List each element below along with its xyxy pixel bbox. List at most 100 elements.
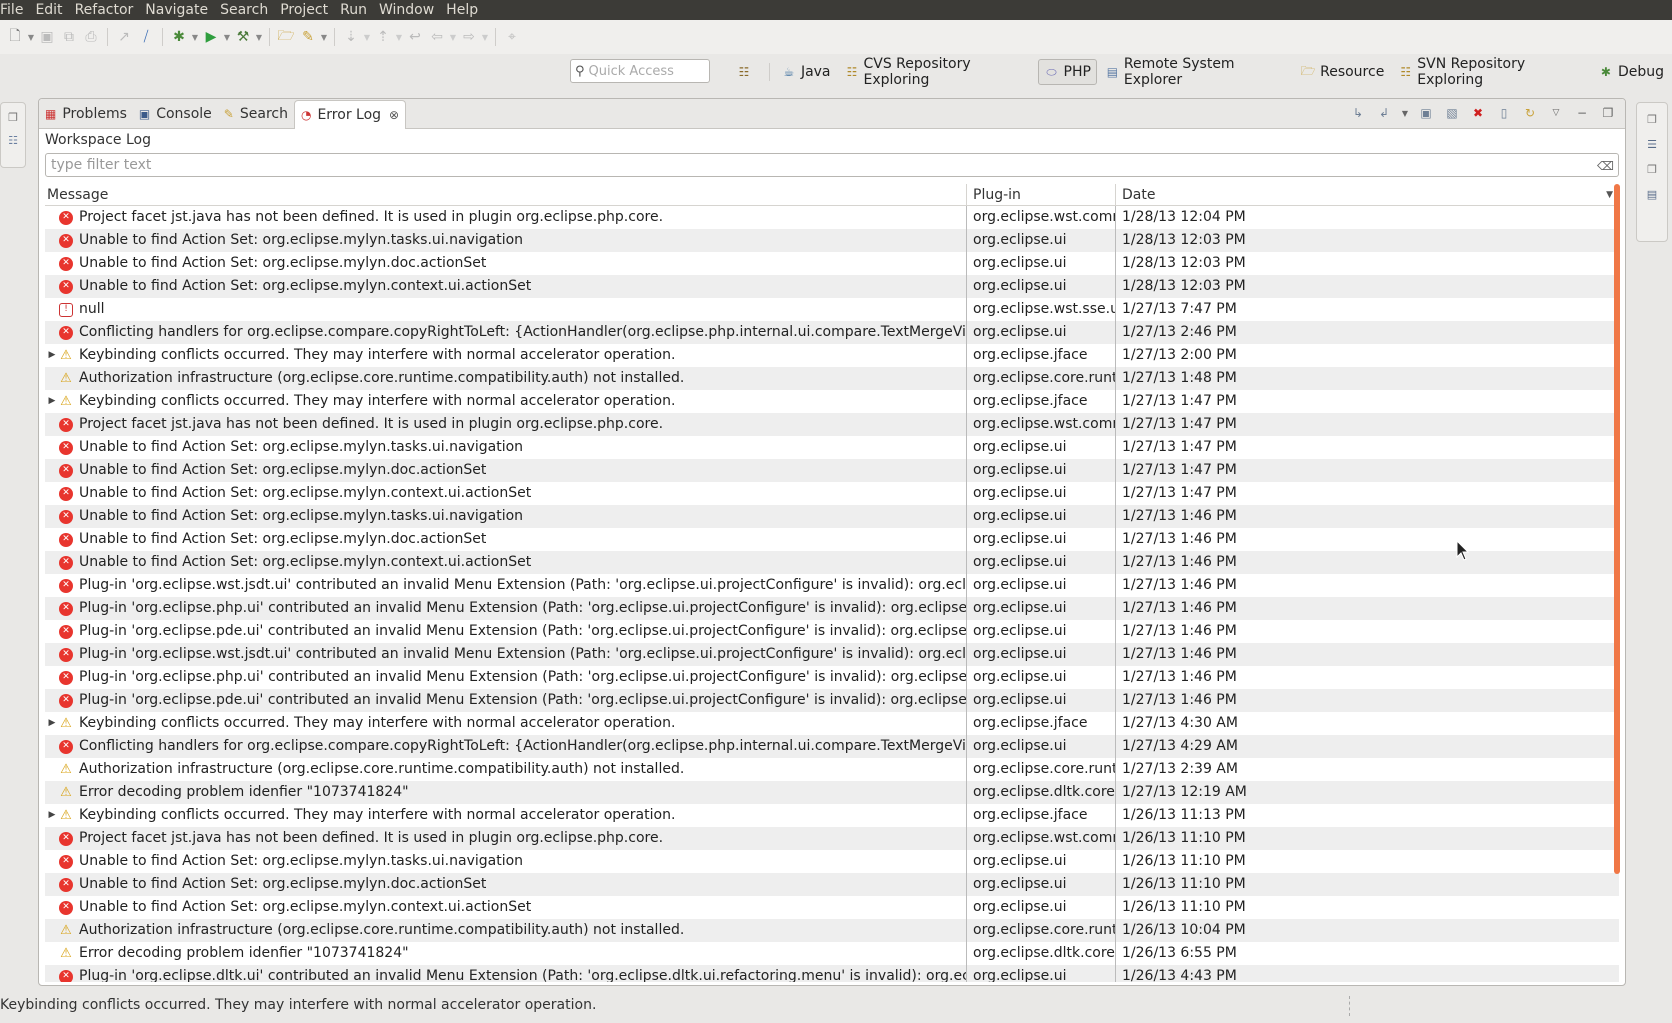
table-row[interactable]: ✕ Plug-in 'org.eclipse.pde.ui' contribute… (45, 620, 1619, 643)
external-tools-dropdown-icon[interactable]: ▼ (254, 33, 264, 42)
table-row[interactable]: ▶ ⚠ Keybinding conflicts occurred. They ma… (45, 344, 1619, 367)
menu-edit[interactable]: Edit (29, 0, 68, 20)
last-edit-icon[interactable]: ↩ (404, 26, 426, 48)
table-row[interactable]: ⚠ Authorization infrastructure (org.eclip… (45, 367, 1619, 390)
table-row[interactable]: ✕ Unable to find Action Set: org.eclipse.… (45, 505, 1619, 528)
run-icon[interactable]: ▶ (200, 26, 222, 48)
table-row[interactable]: ✕ Project facet jst.java has not been def… (45, 827, 1619, 850)
menu-refactor[interactable]: Refactor (69, 0, 140, 20)
column-header-plugin[interactable]: Plug-in (967, 184, 1116, 205)
back-icon[interactable]: ⇦ (426, 26, 448, 48)
vertical-scrollbar[interactable] (1614, 184, 1620, 874)
table-row[interactable]: ✕ Plug-in 'org.eclipse.php.ui' contribute… (45, 666, 1619, 689)
table-row[interactable]: ✕ Unable to find Action Set: org.eclipse.… (45, 252, 1619, 275)
close-icon[interactable]: ⊗ (389, 108, 399, 122)
restore-icon[interactable]: ❐ (1647, 113, 1657, 126)
back-dropdown-icon[interactable]: ▼ (448, 33, 458, 42)
table-row[interactable]: ! null org.eclipse.wst.sse.ui 1/27/13 7:47 … (45, 298, 1619, 321)
table-row[interactable]: ✕ Unable to find Action Set: org.eclipse.… (45, 459, 1619, 482)
import-log-icon[interactable]: ↲ (1373, 103, 1395, 123)
table-row[interactable]: ✕ Unable to find Action Set: org.eclipse.… (45, 873, 1619, 896)
table-row[interactable]: ✕ Plug-in 'org.eclipse.dltk.ui' contribut… (45, 965, 1619, 982)
tab-problems[interactable]: ▦ Problems (39, 100, 133, 128)
perspective-php[interactable]: ⬭ PHP (1037, 59, 1097, 85)
table-row[interactable]: ✕ Conflicting handlers for org.eclipse.co… (45, 321, 1619, 344)
table-row[interactable]: ⚠ Error decoding problem idenfier "107374… (45, 942, 1619, 965)
restore-icon[interactable]: ❐ (8, 111, 18, 124)
next-annotation-dropdown-icon[interactable]: ▼ (362, 33, 372, 42)
table-row[interactable]: ✕ Plug-in 'org.eclipse.wst.jsdt.ui' contr… (45, 574, 1619, 597)
restore-log-icon[interactable]: ↻ (1519, 103, 1541, 123)
skip-breakpoints-icon[interactable]: ⧸ (135, 26, 157, 48)
column-header-date[interactable]: Date ▼ (1116, 184, 1619, 205)
forward-icon[interactable]: ⇨ (458, 26, 480, 48)
new-icon[interactable]: 🗋 (4, 26, 26, 48)
table-row[interactable]: ✕ Plug-in 'org.eclipse.php.ui' contribute… (45, 597, 1619, 620)
maximize-icon[interactable]: ❐ (1597, 103, 1619, 123)
table-row[interactable]: ▶ ⚠ Keybinding conflicts occurred. They ma… (45, 804, 1619, 827)
previous-annotation-dropdown-icon[interactable]: ▼ (394, 33, 404, 42)
expand-arrow-icon[interactable]: ▶ (45, 712, 59, 735)
table-row[interactable]: ✕ Unable to find Action Set: org.eclipse.… (45, 528, 1619, 551)
menu-run[interactable]: Run (334, 0, 373, 20)
table-row[interactable]: ✕ Unable to find Action Set: org.eclipse.… (45, 551, 1619, 574)
forward-dropdown-icon[interactable]: ▼ (480, 33, 490, 42)
filter-input[interactable]: type filter text ⌫ (45, 153, 1619, 177)
table-row[interactable]: ✕ Unable to find Action Set: org.eclipse.… (45, 850, 1619, 873)
save-all-icon[interactable]: ⧉ (58, 26, 80, 48)
clear-filter-icon[interactable]: ⌫ (1597, 155, 1614, 177)
table-row[interactable]: ✕ Unable to find Action Set: org.eclipse.… (45, 436, 1619, 459)
open-folder-icon[interactable]: 🗁 (275, 26, 297, 48)
pin-editor-icon[interactable]: ⌖ (501, 26, 523, 48)
annotation-dropdown-icon[interactable]: ▼ (319, 33, 329, 42)
open-log-icon[interactable]: ▯ (1493, 103, 1515, 123)
perspective-resource[interactable]: 🗁 Resource (1294, 59, 1390, 85)
perspective-cvs[interactable]: ☷ CVS Repository Exploring (839, 56, 1036, 88)
delete-log-icon[interactable]: ▧ (1441, 103, 1463, 123)
table-row[interactable]: ✕ Unable to find Action Set: org.eclipse.… (45, 896, 1619, 919)
column-header-message[interactable]: Message (45, 184, 967, 205)
menu-window[interactable]: Window (373, 0, 440, 20)
annotation-icon[interactable]: ✎ (297, 26, 319, 48)
table-row[interactable]: ✕ Plug-in 'org.eclipse.pde.ui' contribute… (45, 689, 1619, 712)
expand-arrow-icon[interactable]: ▶ (45, 390, 59, 413)
table-row[interactable]: ✕ Project facet jst.java has not been def… (45, 206, 1619, 229)
clear-log-viewer-icon[interactable]: ▣ (1415, 103, 1437, 123)
table-row[interactable]: ▶ ⚠ Keybinding conflicts occurred. They ma… (45, 390, 1619, 413)
table-row[interactable]: ✕ Plug-in 'org.eclipse.wst.jsdt.ui' contr… (45, 643, 1619, 666)
quick-access-field[interactable]: ⚲ Quick Access (570, 59, 710, 83)
new-dropdown-icon[interactable]: ▼ (26, 33, 36, 42)
menu-file[interactable]: File (0, 0, 29, 20)
previous-annotation-icon[interactable]: ⇡ (372, 26, 394, 48)
perspective-remote-system-explorer[interactable]: ▤ Remote System Explorer (1099, 56, 1292, 88)
menu-project[interactable]: Project (274, 0, 334, 20)
menu-search[interactable]: Search (214, 0, 274, 20)
perspective-debug[interactable]: ✱ Debug (1592, 59, 1670, 85)
next-annotation-icon[interactable]: ⇣ (340, 26, 362, 48)
table-row[interactable]: ✕ Project facet jst.java has not been def… (45, 413, 1619, 436)
table-row[interactable]: ✕ Conflicting handlers for org.eclipse.co… (45, 735, 1619, 758)
restore-icon[interactable]: ❐ (1647, 163, 1657, 176)
print-icon[interactable]: ⎙ (80, 26, 102, 48)
save-icon[interactable]: ▣ (36, 26, 58, 48)
minimize-icon[interactable]: − (1571, 103, 1593, 123)
table-row[interactable]: ✕ Unable to find Action Set: org.eclipse.… (45, 275, 1619, 298)
menu-help[interactable]: Help (440, 0, 484, 20)
table-row[interactable]: ✕ Unable to find Action Set: org.eclipse.… (45, 482, 1619, 505)
view-menu-icon[interactable]: ▽ (1545, 103, 1567, 123)
export-log-icon[interactable]: ↳ (1347, 103, 1369, 123)
pin-icon[interactable]: ↗ (113, 26, 135, 48)
tab-search[interactable]: ✎ Search (218, 100, 294, 128)
tab-console[interactable]: ▣ Console (133, 100, 218, 128)
perspective-svn[interactable]: ☷ SVN Repository Exploring (1392, 56, 1590, 88)
external-tools-icon[interactable]: ⚒ (232, 26, 254, 48)
expand-arrow-icon[interactable]: ▶ (45, 804, 59, 827)
table-row[interactable]: ⚠ Authorization infrastructure (org.eclip… (45, 919, 1619, 942)
outline-icon[interactable]: ☰ (1647, 138, 1657, 151)
package-explorer-icon[interactable]: ☷ (8, 134, 18, 147)
expand-arrow-icon[interactable]: ▶ (45, 344, 59, 367)
run-dropdown-icon[interactable]: ▼ (222, 33, 232, 42)
table-row[interactable]: ⚠ Error decoding problem idenfier "107374… (45, 781, 1619, 804)
menu-navigate[interactable]: Navigate (139, 0, 214, 20)
perspective-java[interactable]: ☕ Java (775, 59, 837, 85)
